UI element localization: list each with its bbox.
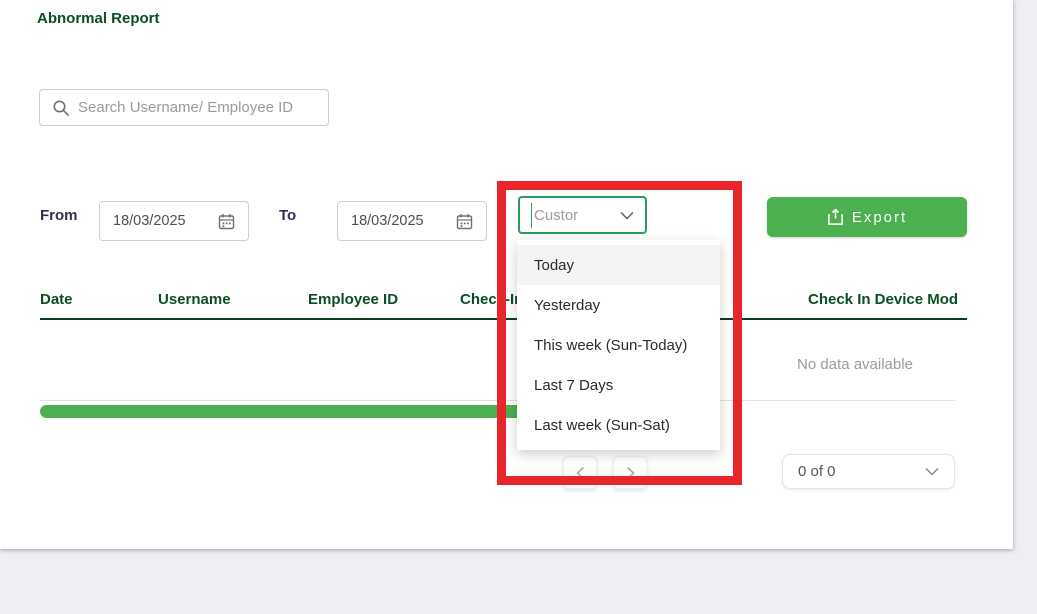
export-button-label: Export <box>852 209 907 226</box>
from-date-value: 18/03/2025 <box>113 213 186 229</box>
to-label: To <box>279 207 296 224</box>
dropdown-option-yesterday[interactable]: Yesterday <box>517 285 720 325</box>
search-placeholder: Search Username/ Employee ID <box>78 99 293 116</box>
date-range-select[interactable]: Custor <box>518 196 647 234</box>
from-label: From <box>40 207 78 224</box>
export-icon <box>827 208 844 226</box>
to-date-value: 18/03/2025 <box>351 213 424 229</box>
page-size-value: 0 of 0 <box>798 463 836 480</box>
page-title: Abnormal Report <box>37 10 160 27</box>
empty-state-text: No data available <box>797 356 913 373</box>
dropdown-option-last-7-days[interactable]: Last 7 Days <box>517 365 720 405</box>
column-header-username: Username <box>158 291 231 308</box>
search-input[interactable]: Search Username/ Employee ID <box>39 89 329 126</box>
search-icon <box>52 99 70 117</box>
chevron-down-icon <box>620 211 634 220</box>
export-button[interactable]: Export <box>767 197 967 237</box>
column-header-check-in: Check-In <box>460 291 523 308</box>
date-range-dropdown-menu: Today Yesterday This week (Sun-Today) La… <box>517 240 720 450</box>
dropdown-option-this-week[interactable]: This week (Sun-Today) <box>517 325 720 365</box>
table-header-row: Date Username Employee ID Check-In Check… <box>0 280 968 320</box>
abnormal-report-page: Abnormal Report Search Username/ Employe… <box>0 0 1037 614</box>
text-caret <box>531 203 532 228</box>
dropdown-option-last-week[interactable]: Last week (Sun-Sat) <box>517 405 720 445</box>
calendar-icon[interactable] <box>218 213 235 230</box>
column-header-date: Date <box>40 291 73 308</box>
chevron-left-icon <box>576 466 585 480</box>
column-header-employee-id: Employee ID <box>308 291 398 308</box>
previous-page-button[interactable] <box>563 456 597 489</box>
from-date-input[interactable]: 18/03/2025 <box>99 201 249 241</box>
content-card: Abnormal Report Search Username/ Employe… <box>0 0 1013 549</box>
chevron-right-icon <box>626 466 635 480</box>
next-page-button[interactable] <box>613 456 647 489</box>
dropdown-option-today[interactable]: Today <box>517 245 720 285</box>
chevron-down-icon <box>925 467 939 476</box>
page-size-select[interactable]: 0 of 0 <box>782 454 955 489</box>
row-separator <box>40 400 955 401</box>
calendar-icon[interactable] <box>456 213 473 230</box>
table-header-underline <box>40 318 967 320</box>
to-date-input[interactable]: 18/03/2025 <box>337 201 487 241</box>
date-range-value: Custor <box>534 207 620 224</box>
column-header-check-in-device: Check In Device Mod <box>808 291 958 308</box>
